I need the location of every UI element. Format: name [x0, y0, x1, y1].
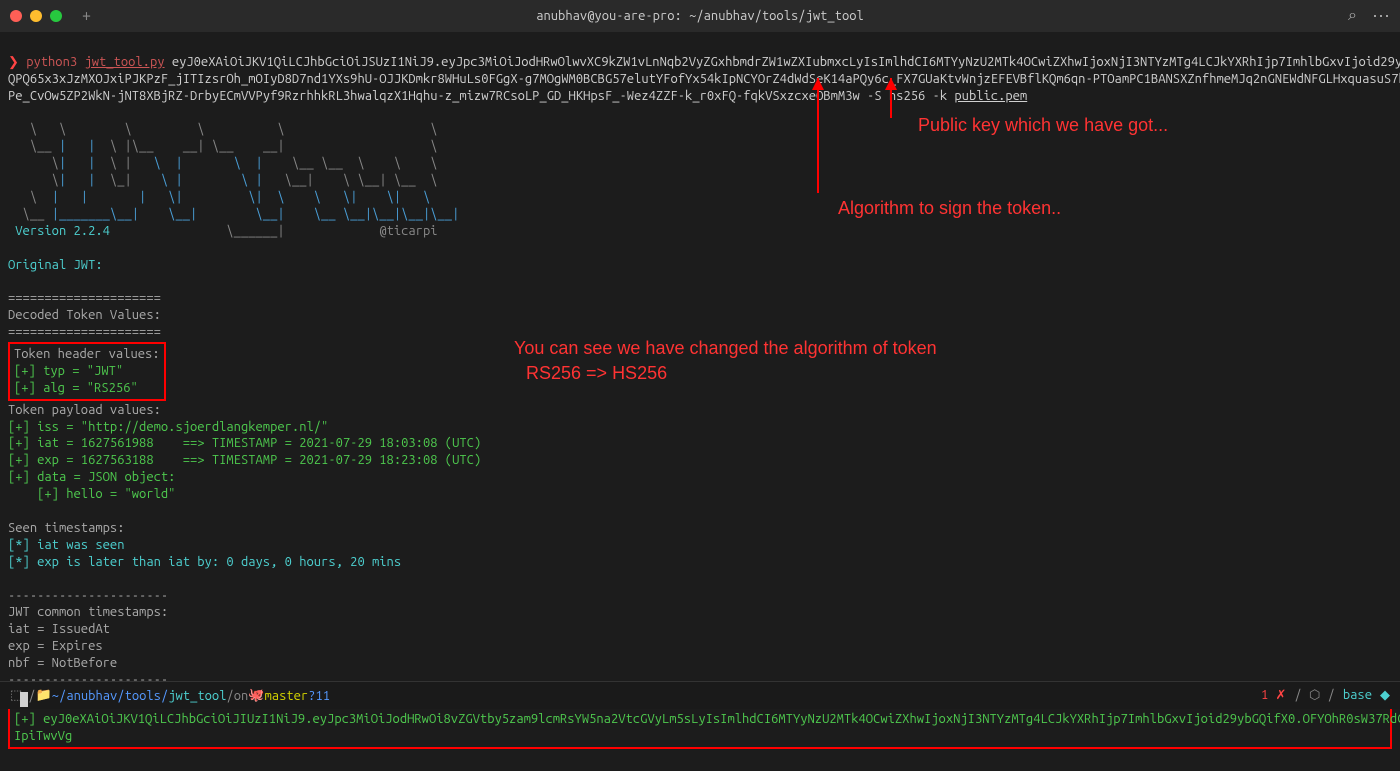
- iat-line: [+] iat = 1627561988 ==> TIMESTAMP = 202…: [8, 436, 481, 450]
- iss-line: [+] iss = "http://demo.sjoerdlangkemper.…: [8, 420, 328, 434]
- hello-line: [+] hello = "world": [8, 487, 175, 501]
- tamper-token-2: IpiTwvVg: [14, 729, 72, 743]
- separator-2: =====================: [8, 325, 161, 339]
- arrow-algo: [817, 78, 819, 193]
- dashes-1: ----------------------: [8, 589, 168, 603]
- version-text: Version 2.2.4: [8, 224, 226, 238]
- tamper-token: [+] eyJ0eXAiOiJKV1QiLCJhbGciOiJIUzI1NiJ9…: [14, 712, 1400, 726]
- arrow-pubkey: [890, 78, 892, 118]
- status-error: 1 ✗: [1261, 688, 1286, 703]
- annotation-change-1: You can see we have changed the algorith…: [514, 338, 937, 359]
- separator-1: =====================: [8, 291, 161, 305]
- status-diamond: ◆: [1380, 688, 1390, 703]
- window-title: anubhav@you-are-pro: ~/anubhav/tools/jwt…: [536, 9, 864, 23]
- command-pubkey: public.pem: [954, 89, 1027, 103]
- menu-icon[interactable]: [1372, 6, 1390, 27]
- status-sep-1: /: [28, 689, 35, 703]
- annotation-algo: Algorithm to sign the token..: [838, 198, 1061, 219]
- typ-line: [+] typ = "JWT": [14, 364, 123, 378]
- exp-line: [+] exp = 1627563188 ==> TIMESTAMP = 202…: [8, 453, 481, 467]
- iat-def: iat = IssuedAt: [8, 622, 110, 636]
- status-on: on: [234, 689, 249, 703]
- exp-later: [*] exp is later than iat by: 0 days, 0 …: [8, 555, 401, 569]
- annotation-pubkey: Public key which we have got...: [918, 115, 1168, 136]
- alg-line: [+] alg = "RS256": [14, 381, 138, 395]
- folder-icon: 📁: [36, 688, 52, 703]
- status-path-1: ~/anubhav/tools/: [52, 689, 168, 703]
- title-bar: + anubhav@you-are-pro: ~/anubhav/tools/j…: [0, 0, 1400, 32]
- original-jwt-label: Original JWT:: [8, 258, 110, 272]
- status-sep-3: / ⬡ /: [1294, 688, 1334, 703]
- command-script: jwt_tool.py: [84, 55, 164, 69]
- new-tab-button[interactable]: +: [82, 7, 91, 25]
- status-bar: ⬚ / 📁 ~/anubhav/tools/jwt_tool / on 🐙 ma…: [0, 681, 1400, 709]
- command-python: python3: [26, 55, 77, 69]
- command-token-3: Pe_CvOw5ZP2WkN-jNT8XBjRZ-DrbyECmVVPyf9Rz…: [8, 89, 954, 103]
- handle-text: \______| @ticarpi: [226, 224, 481, 238]
- payload-label: Token payload values:: [8, 403, 161, 417]
- prompt-symbol: ❯: [8, 55, 19, 69]
- seen-ts-label: Seen timestamps:: [8, 521, 124, 535]
- minimize-window-button[interactable]: [30, 10, 42, 22]
- exp-def: exp = Expires: [8, 639, 103, 653]
- header-values-box: Token header values: [+] typ = "JWT" [+]…: [8, 342, 166, 401]
- decoded-header: Decoded Token Values:: [8, 308, 161, 322]
- window-controls: [10, 10, 62, 22]
- status-path-2: jwt_tool: [168, 689, 226, 703]
- terminal-body[interactable]: ❯ python3 jwt_tool.py eyJ0eXAiOiJKV1QiLC…: [0, 32, 1400, 771]
- token-header-label: Token header values:: [14, 347, 160, 361]
- iat-seen: [*] iat was seen: [8, 538, 124, 552]
- command-token-1: eyJ0eXAiOiJKV1QiLCJhbGciOiJSUzI1NiJ9.eyJ…: [172, 55, 1400, 69]
- search-icon[interactable]: [1348, 6, 1357, 27]
- status-sep-2: /: [227, 689, 234, 703]
- git-icon: 🐙: [248, 688, 264, 703]
- close-window-button[interactable]: [10, 10, 22, 22]
- status-suffix: ?11: [308, 689, 330, 703]
- nbf-def: nbf = NotBefore: [8, 656, 117, 670]
- maximize-window-button[interactable]: [50, 10, 62, 22]
- status-base: base: [1343, 688, 1372, 703]
- common-ts-label: JWT common timestamps:: [8, 605, 168, 619]
- data-line: [+] data = JSON object:: [8, 470, 175, 484]
- status-branch: master: [265, 689, 309, 703]
- command-token-2: QPQ65x3xJzMXOJxiPJKPzF_jITIzsrOh_mOIyD8D…: [8, 72, 1400, 86]
- cursor: [20, 692, 28, 707]
- annotation-change-2: RS256 => HS256: [526, 363, 667, 384]
- ascii-logo: \ \ \ \ \ \ \__ | | \ |\__ __| \__ __| \…: [8, 122, 459, 220]
